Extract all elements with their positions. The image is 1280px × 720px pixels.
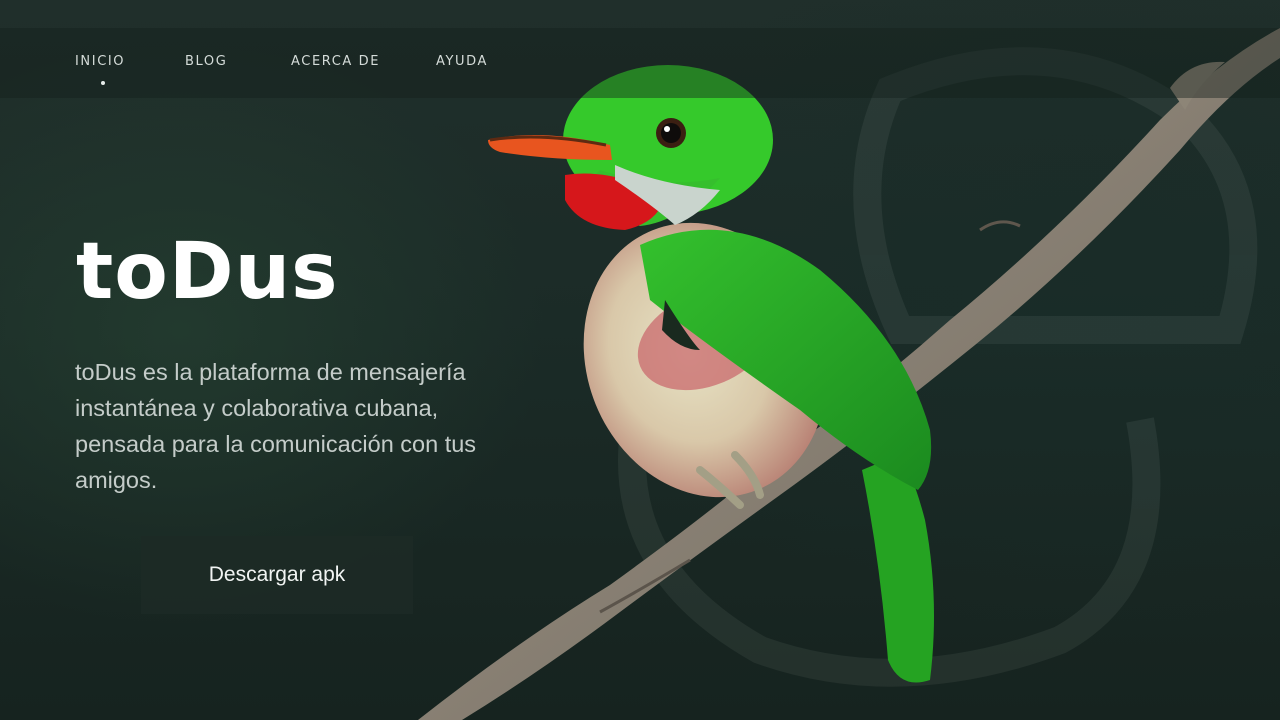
bird-tail <box>862 455 934 683</box>
brand-description: toDus es la plataforma de mensajería ins… <box>75 359 477 493</box>
nav-item-ayuda[interactable]: AYUDA <box>436 54 488 69</box>
nav-item-acerca-de[interactable]: ACERCA DE <box>291 54 380 69</box>
landing-page: INICIO BLOG ACERCA DE AYUDA toDus toDus … <box>0 0 1280 720</box>
nav-item-inicio[interactable]: INICIO <box>75 54 125 69</box>
nav-item-blog[interactable]: BLOG <box>185 54 227 69</box>
brand-title: toDus <box>76 227 339 317</box>
download-apk-button[interactable]: Descargar apk <box>141 536 413 614</box>
active-nav-indicator <box>101 81 105 85</box>
